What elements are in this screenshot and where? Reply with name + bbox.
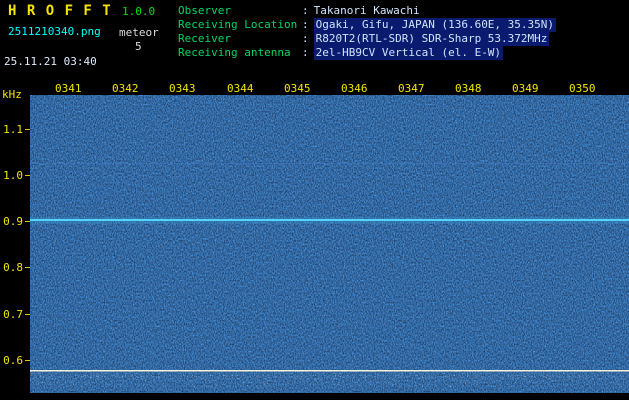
freq-axis-label: 0.9 — [0, 215, 23, 228]
time-axis-label: 0343 — [169, 82, 196, 95]
freq-axis-label: 0.7 — [0, 308, 23, 321]
hrofft-output: H R O F F T 1.0.0 2511210340.png meteor … — [0, 0, 629, 400]
info-colon: : — [302, 32, 309, 46]
freq-axis-label: 0.6 — [0, 354, 23, 367]
freq-axis-label: 1.0 — [0, 169, 23, 182]
time-axis-label: 0350 — [569, 82, 596, 95]
echo-count: 5 — [135, 40, 142, 53]
output-filename: 2511210340.png — [8, 25, 101, 38]
time-axis-label: 0342 — [112, 82, 139, 95]
info-colon: : — [302, 18, 309, 32]
info-value: Ogaki, Gifu, JAPAN (136.60E, 35.35N) — [314, 18, 556, 32]
info-colon: : — [302, 4, 309, 18]
observer-info: Observer: Takanori Kawachi Receiving Loca… — [178, 4, 556, 60]
info-value: 2el-HB9CV Vertical (el. E-W) — [314, 46, 503, 60]
app-version: 1.0.0 — [122, 5, 155, 18]
freq-axis-unit-label: kHz — [2, 88, 22, 101]
time-axis-label: 0346 — [341, 82, 368, 95]
info-label: Observer — [178, 4, 302, 18]
noise-speckles — [30, 95, 629, 393]
info-row-observer: Observer: Takanori Kawachi — [178, 4, 556, 18]
time-axis-label: 0348 — [455, 82, 482, 95]
info-label: Receiving Location — [178, 18, 302, 32]
info-label: Receiving antenna — [178, 46, 302, 60]
info-row-receiver: Receiver: R820T2(RTL-SDR) SDR-Sharp 53.37… — [178, 32, 556, 46]
time-axis-label: 0341 — [55, 82, 82, 95]
time-axis-label: 0349 — [512, 82, 539, 95]
carrier-signal-line — [30, 219, 629, 221]
observation-mode: meteor — [119, 26, 159, 39]
freq-axis-label: 1.1 — [0, 123, 23, 136]
info-label: Receiver — [178, 32, 302, 46]
info-row-antenna: Receiving antenna:2el-HB9CV Vertical (el… — [178, 46, 556, 60]
signal-level-baseline — [30, 370, 629, 372]
info-value: Takanori Kawachi — [314, 4, 420, 18]
spectrogram — [30, 95, 629, 393]
time-axis-label: 0344 — [227, 82, 254, 95]
signal-level-trace-core — [30, 375, 629, 379]
faint-carrier-line-2 — [30, 176, 629, 177]
time-axis-label: 0347 — [398, 82, 425, 95]
app-title: H R O F F T — [8, 3, 112, 19]
observation-datetime: 25.11.21 03:40 — [4, 55, 97, 68]
freq-axis-label: 0.8 — [0, 261, 23, 274]
info-row-location: Receiving Location: Ogaki, Gifu, JAPAN (1… — [178, 18, 556, 32]
info-value: R820T2(RTL-SDR) SDR-Sharp 53.372MHz — [314, 32, 550, 46]
time-axis-label: 0345 — [284, 82, 311, 95]
faint-carrier-line — [30, 163, 629, 164]
info-colon: : — [302, 46, 309, 60]
spectrogram-panel — [30, 95, 629, 393]
